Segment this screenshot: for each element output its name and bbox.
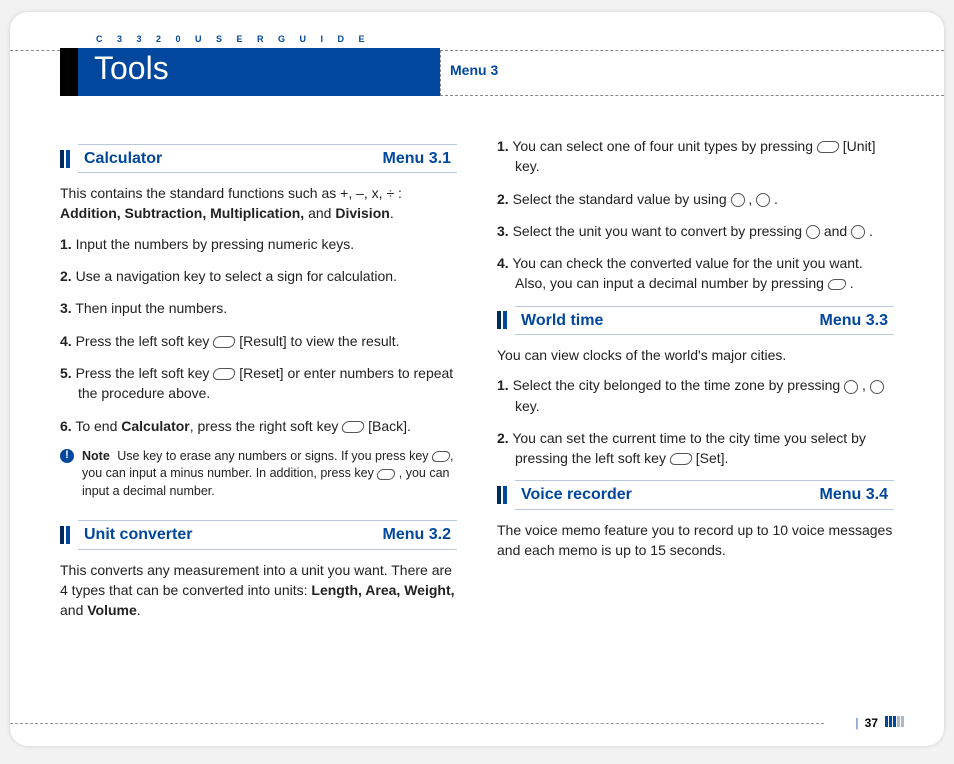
title-bar: Tools xyxy=(60,48,440,96)
section-menu-num: Menu 3.1 xyxy=(383,147,451,170)
section-title: Voice recorder xyxy=(521,483,632,506)
footer-dash xyxy=(10,723,824,724)
world-steps: 1. Select the city belonged to the time … xyxy=(497,375,894,468)
section-bars-icon xyxy=(497,311,509,329)
section-bars-icon xyxy=(497,486,509,504)
softkey-icon xyxy=(212,336,237,348)
list-item: 2. You can set the current time to the c… xyxy=(497,428,894,469)
list-item: 3. Then input the numbers. xyxy=(60,298,457,318)
info-icon: ! xyxy=(60,449,74,463)
calculator-steps: 1. Input the numbers by pressing numeric… xyxy=(60,234,457,436)
softkey-icon xyxy=(669,453,694,465)
section-bars-icon xyxy=(60,526,72,544)
list-item: 4. Press the left soft key [Result] to v… xyxy=(60,331,457,351)
navkey-icon xyxy=(731,193,745,207)
column-right: 1. You can select one of four unit types… xyxy=(497,132,894,706)
note-label: Note xyxy=(82,449,110,463)
list-item: 4. You can check the converted value for… xyxy=(497,253,894,294)
calculator-intro: This contains the standard functions suc… xyxy=(60,183,457,224)
content: Calculator Menu 3.1 This contains the st… xyxy=(60,132,894,706)
navkey-icon xyxy=(806,225,820,239)
page-title: Tools xyxy=(94,50,169,87)
world-intro: You can view clocks of the world's major… xyxy=(497,345,894,365)
section-bars-icon xyxy=(60,150,72,168)
section-head-calculator: Calculator Menu 3.1 xyxy=(60,144,457,173)
page-number: 37 xyxy=(865,716,878,730)
section-head-unit: Unit converter Menu 3.2 xyxy=(60,520,457,549)
list-item: 1. Select the city belonged to the time … xyxy=(497,375,894,416)
header-dash-right xyxy=(440,50,944,96)
navkey-icon xyxy=(870,380,884,394)
footer: | 37 xyxy=(855,716,904,730)
list-item: 3. Select the unit you want to convert b… xyxy=(497,221,894,241)
footer-separator-icon: | xyxy=(855,716,858,730)
page: C 3 3 2 0 U S E R G U I D E Tools Menu 3… xyxy=(10,12,944,746)
softkey-icon xyxy=(341,421,366,433)
key-icon xyxy=(827,279,847,290)
section-title: Calculator xyxy=(84,147,162,170)
section-menu-num: Menu 3.2 xyxy=(383,523,451,546)
menu-label: Menu 3 xyxy=(450,62,498,78)
voice-intro: The voice memo feature you to record up … xyxy=(497,520,894,561)
key-icon xyxy=(431,451,451,462)
softkey-icon xyxy=(816,141,841,153)
section-menu-num: Menu 3.3 xyxy=(820,309,888,332)
section-title: World time xyxy=(521,309,603,332)
softkey-icon xyxy=(212,368,237,380)
footer-bars-icon xyxy=(884,716,904,730)
navkey-icon xyxy=(756,193,770,207)
list-item: 1. You can select one of four unit types… xyxy=(497,136,894,177)
note-block: ! Note Use key to erase any numbers or s… xyxy=(60,448,457,501)
guide-label: C 3 3 2 0 U S E R G U I D E xyxy=(96,34,371,44)
header-dash-left xyxy=(10,50,60,64)
column-left: Calculator Menu 3.1 This contains the st… xyxy=(60,132,457,706)
list-item: 6. To end Calculator, press the right so… xyxy=(60,416,457,436)
unit-steps: 1. You can select one of four unit types… xyxy=(497,136,894,294)
list-item: 5. Press the left soft key [Reset] or en… xyxy=(60,363,457,404)
section-head-voice: Voice recorder Menu 3.4 xyxy=(497,480,894,509)
list-item: 2. Select the standard value by using , … xyxy=(497,189,894,209)
navkey-icon xyxy=(844,380,858,394)
list-item: 1. Input the numbers by pressing numeric… xyxy=(60,234,457,254)
navkey-icon xyxy=(851,225,865,239)
section-head-world: World time Menu 3.3 xyxy=(497,306,894,335)
key-icon xyxy=(376,469,396,480)
list-item: 2. Use a navigation key to select a sign… xyxy=(60,266,457,286)
unit-intro: This converts any measurement into a uni… xyxy=(60,560,457,621)
section-title: Unit converter xyxy=(84,523,192,546)
section-menu-num: Menu 3.4 xyxy=(820,483,888,506)
